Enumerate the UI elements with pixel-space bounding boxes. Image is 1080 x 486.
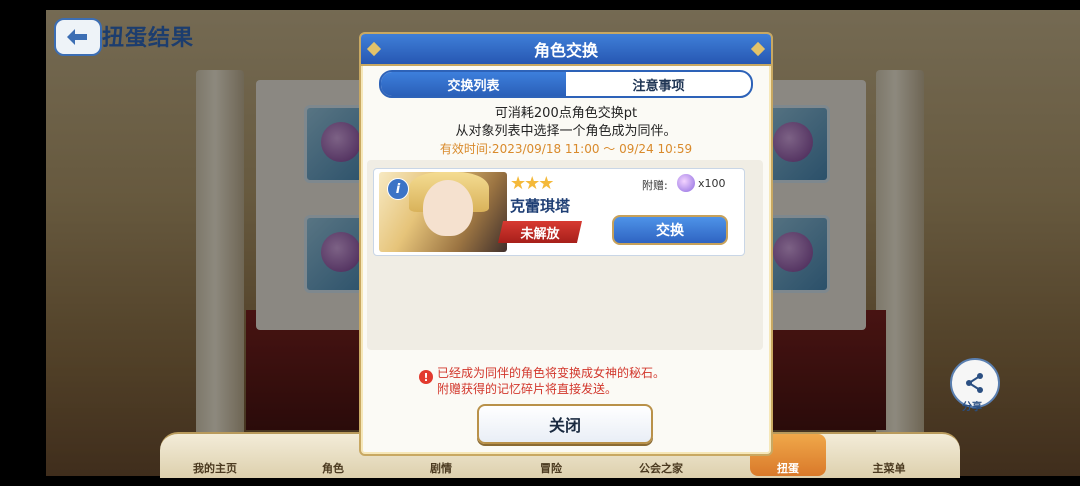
info-icon[interactable]: i <box>387 178 409 200</box>
description-line-1: 可消耗200点角色交换pt <box>494 106 638 121</box>
validity-period: 有效时间:2023/09/18 11:00 ～ 09/24 10:59 <box>439 142 693 156</box>
ornament-icon <box>750 41 766 57</box>
page-title: 扭蛋结果 <box>102 26 195 51</box>
warning-line-1: 已经成为同伴的角色将变换成女神的秘石。 <box>437 366 666 380</box>
character-name: 克蕾琪塔 <box>510 197 571 215</box>
share-label: 分享 <box>962 402 982 413</box>
rarity-stars: ★★★ <box>510 173 554 194</box>
nav-item-gacha[interactable]: 扭蛋 <box>753 460 823 476</box>
bonus-label: 附赠: <box>642 179 668 192</box>
nav-item-guild-house[interactable]: 公会之家 <box>626 460 696 476</box>
character-exchange-dialog: 角色交换 交换列表 注意事项 可消耗200点角色交换pt 从对象列表中选择一个角… <box>359 32 773 456</box>
dialog-tabs: 交换列表 注意事项 <box>379 70 753 98</box>
back-button[interactable] <box>54 18 102 56</box>
nav-item-characters[interactable]: 角色 <box>298 460 368 476</box>
nav-item-adventure[interactable]: 冒险 <box>516 460 586 476</box>
character-card: i ★★★ 克蕾琪塔 未解放 附赠: x100 交换 <box>373 168 745 256</box>
nav-item-main-menu[interactable]: 主菜单 <box>854 460 924 476</box>
ornament-icon <box>366 41 382 57</box>
nav-item-story[interactable]: 剧情 <box>406 460 476 476</box>
description-line-2: 从对象列表中选择一个角色成为同伴。 <box>455 124 677 139</box>
dialog-header: 角色交换 <box>361 34 771 66</box>
warning-icon: ! <box>419 370 433 384</box>
dialog-title: 角色交换 <box>533 41 598 60</box>
share-icon <box>966 373 983 393</box>
bonus-quantity: x100 <box>698 177 726 190</box>
nav-item-home[interactable]: 我的主页 <box>180 460 250 476</box>
exchange-button[interactable]: 交换 <box>612 215 728 245</box>
character-portrait: i <box>379 172 507 252</box>
portrait-face <box>423 180 473 236</box>
tab-notes[interactable]: 注意事项 <box>566 72 751 96</box>
warning-line-2: 附赠获得的记忆碎片将直接发送。 <box>437 382 618 396</box>
tab-exchange-list[interactable]: 交换列表 <box>381 72 566 96</box>
back-arrow-icon <box>67 29 87 45</box>
status-badge: 未解放 <box>498 221 582 243</box>
memory-shard-icon <box>676 173 696 193</box>
close-button[interactable]: 关闭 <box>477 404 653 444</box>
